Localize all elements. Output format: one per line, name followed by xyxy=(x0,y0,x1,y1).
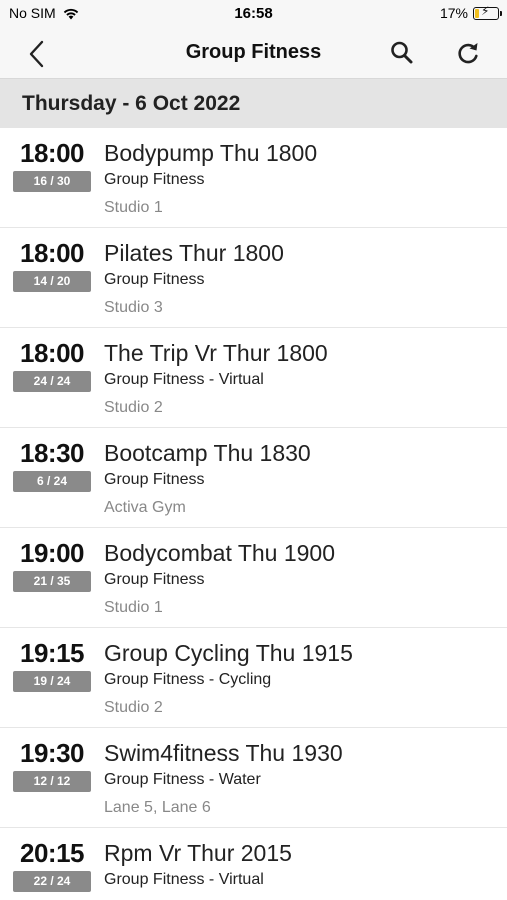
class-list: 18:00 16 / 30 Bodypump Thu 1800 Group Fi… xyxy=(0,128,507,900)
class-time: 20:15 xyxy=(20,838,85,868)
class-category: Group Fitness - Virtual xyxy=(104,371,264,388)
class-time: 19:30 xyxy=(20,738,85,768)
capacity-badge: 12 / 12 xyxy=(13,771,91,792)
class-category: Group Fitness - Water xyxy=(104,771,261,788)
class-location: Lane 5, Lane 6 xyxy=(104,799,211,816)
date-section-header: Thursday - 6 Oct 2022 xyxy=(0,79,507,128)
class-row[interactable]: 18:00 14 / 20 Pilates Thur 1800 Group Fi… xyxy=(0,228,507,328)
status-time: 16:58 xyxy=(234,5,273,22)
class-row[interactable]: 18:30 6 / 24 Bootcamp Thu 1830 Group Fit… xyxy=(0,428,507,528)
class-name: Pilates Thur 1800 xyxy=(104,240,284,266)
capacity-badge: 21 / 35 xyxy=(13,571,91,592)
class-category: Group Fitness - Cycling xyxy=(104,671,272,688)
class-category: Group Fitness xyxy=(104,271,205,288)
refresh-icon[interactable] xyxy=(455,39,481,67)
class-row[interactable]: 19:00 21 / 35 Bodycombat Thu 1900 Group … xyxy=(0,528,507,628)
battery-icon: ⚡ xyxy=(473,5,502,20)
navigation-bar: Group Fitness xyxy=(0,28,507,79)
class-name: Bodycombat Thu 1900 xyxy=(104,540,336,566)
class-location: Studio 1 xyxy=(104,599,163,616)
class-category: Group Fitness xyxy=(104,471,205,488)
class-name: Group Cycling Thu 1915 xyxy=(104,640,353,666)
class-location: Studio 3 xyxy=(104,299,163,316)
class-time: 18:00 xyxy=(20,338,85,368)
status-right: 17% ⚡ xyxy=(439,5,502,21)
capacity-badge: 22 / 24 xyxy=(13,871,91,892)
class-time: 18:00 xyxy=(20,138,85,168)
class-row[interactable]: 18:00 16 / 30 Bodypump Thu 1800 Group Fi… xyxy=(0,128,507,228)
class-location: Studio 2 xyxy=(104,399,163,416)
class-location: Studio 1 xyxy=(104,199,163,216)
capacity-badge: 14 / 20 xyxy=(13,271,91,292)
capacity-badge: 6 / 24 xyxy=(13,471,91,492)
class-name: Rpm Vr Thur 2015 xyxy=(104,840,292,866)
class-name: Bootcamp Thu 1830 xyxy=(104,440,311,466)
class-row[interactable]: 20:15 22 / 24 Rpm Vr Thur 2015 Group Fit… xyxy=(0,828,507,900)
class-row[interactable]: 18:00 24 / 24 The Trip Vr Thur 1800 Grou… xyxy=(0,328,507,428)
search-icon[interactable] xyxy=(389,39,415,67)
battery-percent: 17% xyxy=(439,5,468,21)
class-row[interactable]: 19:15 19 / 24 Group Cycling Thu 1915 Gro… xyxy=(0,628,507,728)
class-location: Studio 2 xyxy=(104,699,163,716)
status-bar: No SIM 16:58 17% ⚡ xyxy=(0,0,507,28)
class-time: 18:00 xyxy=(20,238,85,268)
class-name: The Trip Vr Thur 1800 xyxy=(104,340,328,366)
class-time: 19:15 xyxy=(20,638,85,668)
class-name: Swim4fitness Thu 1930 xyxy=(104,740,343,766)
class-category: Group Fitness - Virtual xyxy=(104,871,264,888)
page-title: Group Fitness xyxy=(185,41,322,63)
class-category: Group Fitness xyxy=(104,571,205,588)
class-time: 18:30 xyxy=(20,438,85,468)
class-name: Bodypump Thu 1800 xyxy=(104,140,318,166)
class-location: Activa Gym xyxy=(104,499,186,516)
capacity-badge: 16 / 30 xyxy=(13,171,91,192)
class-category: Group Fitness xyxy=(104,171,205,188)
capacity-badge: 24 / 24 xyxy=(13,371,91,392)
class-time: 19:00 xyxy=(20,538,85,568)
capacity-badge: 19 / 24 xyxy=(13,671,91,692)
class-row[interactable]: 19:30 12 / 12 Swim4fitness Thu 1930 Grou… xyxy=(0,728,507,828)
